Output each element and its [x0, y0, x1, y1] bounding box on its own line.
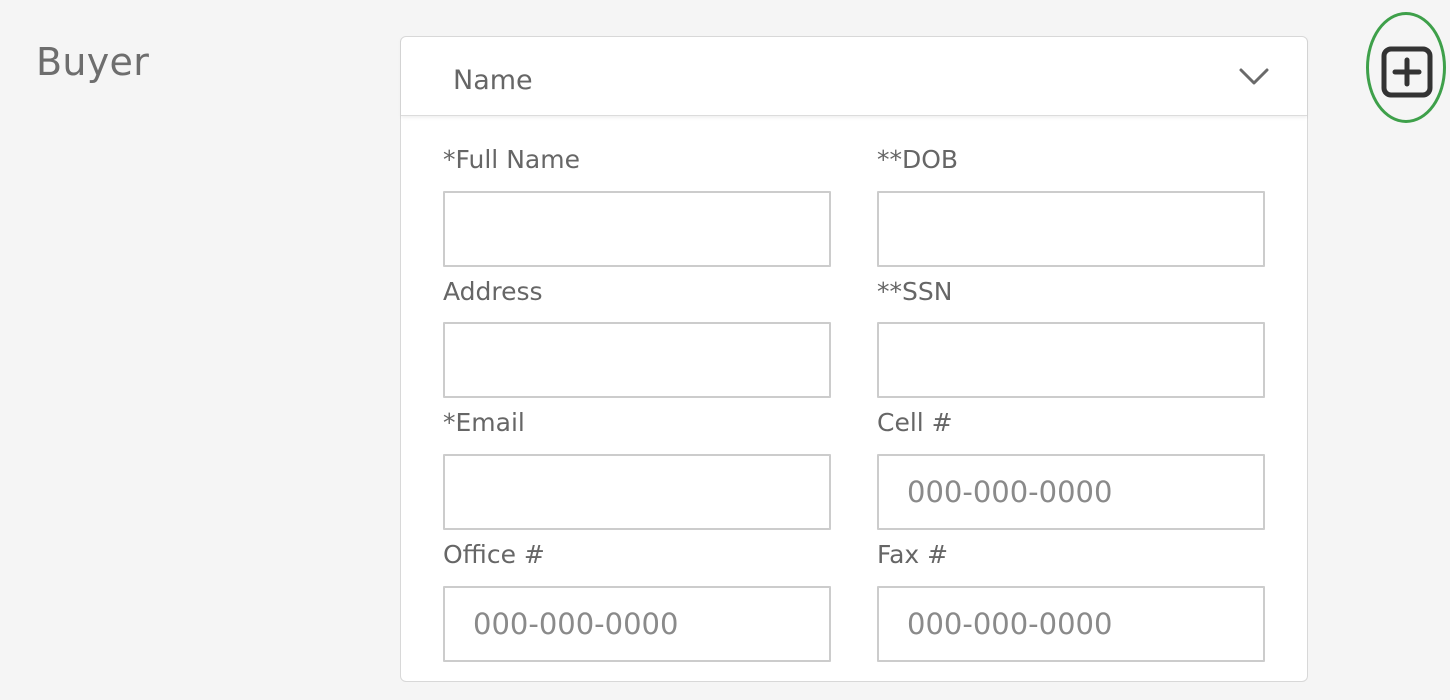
ssn-input[interactable]	[877, 322, 1265, 398]
ssn-label: **SSN	[877, 277, 953, 306]
full-name-input[interactable]	[443, 191, 831, 267]
full-name-label: *Full Name	[443, 145, 580, 174]
fax-label: Fax #	[877, 540, 949, 569]
name-dropdown-header[interactable]: Name	[401, 37, 1307, 116]
office-label: Office #	[443, 540, 545, 569]
address-input[interactable]	[443, 322, 831, 398]
cell-input[interactable]	[877, 454, 1265, 530]
header-title: Name	[453, 65, 533, 96]
buyer-card: Name *Full Name **DOB Address **SSN *Ema…	[400, 36, 1308, 682]
office-input[interactable]	[443, 586, 831, 662]
cell-label: Cell #	[877, 408, 953, 437]
section-label-buyer: Buyer	[36, 40, 150, 84]
chevron-down-icon	[1239, 68, 1269, 85]
add-buyer-button[interactable]	[1366, 12, 1446, 123]
email-input[interactable]	[443, 454, 831, 530]
dob-input[interactable]	[877, 191, 1265, 267]
address-label: Address	[443, 277, 543, 306]
dob-label: **DOB	[877, 145, 959, 174]
plus-square-icon	[1381, 46, 1433, 98]
fax-input[interactable]	[877, 586, 1265, 662]
email-label: *Email	[443, 408, 525, 437]
